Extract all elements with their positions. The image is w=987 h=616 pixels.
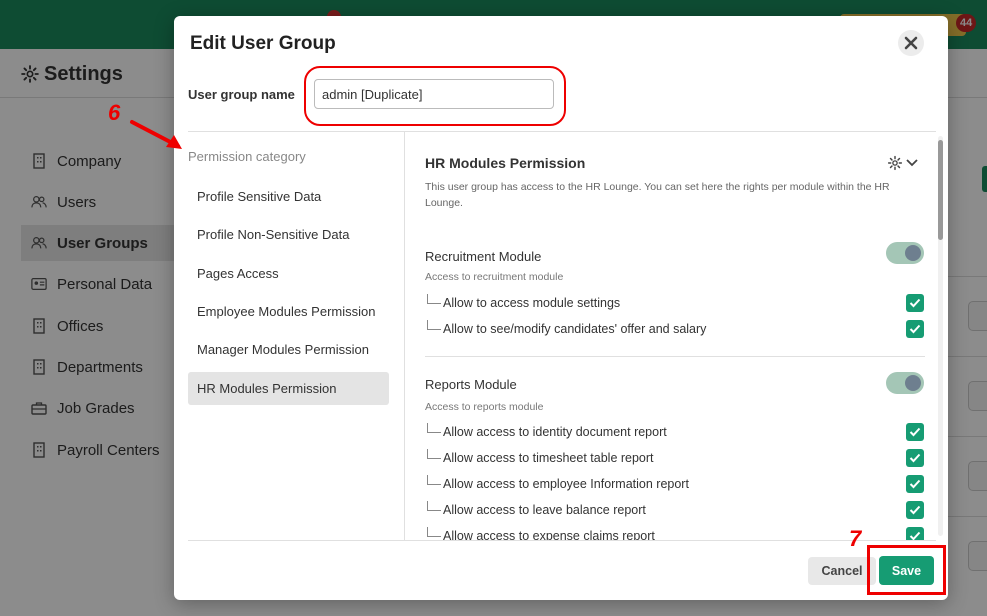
annotation-step-number: 7 (849, 526, 862, 551)
permission-checkbox[interactable] (906, 475, 924, 493)
permission-category-panel: Permission category Profile Sensitive Da… (188, 132, 404, 540)
module-title-reports: Reports Module (425, 377, 517, 392)
permission-label: Allow access to leave balance report (443, 503, 646, 517)
module-title-recruitment: Recruitment Module (425, 249, 542, 264)
tree-branch-icon (427, 501, 441, 511)
permission-checkbox[interactable] (906, 527, 924, 540)
permission-row: Allow to access module settings (425, 294, 925, 314)
tree-branch-icon (427, 475, 441, 485)
permission-row: Allow access to identity document report (425, 423, 925, 443)
permission-checkbox[interactable] (906, 449, 924, 467)
chevron-down-icon (906, 159, 918, 167)
permission-checkbox[interactable] (906, 423, 924, 441)
annotation-highlight-ring (304, 66, 566, 126)
tree-branch-icon (427, 294, 441, 304)
check-icon (909, 505, 921, 515)
permission-label: Allow access to timesheet table report (443, 451, 654, 465)
permission-checkbox[interactable] (906, 320, 924, 338)
close-button[interactable] (898, 30, 924, 56)
module-subtitle-recruitment: Access to recruitment module (425, 271, 564, 283)
category-item-hr-modules-permission[interactable]: HR Modules Permission (188, 372, 389, 405)
cancel-button[interactable]: Cancel (808, 557, 876, 585)
toggle-knob (905, 245, 921, 261)
permission-details-panel: HR Modules Permission This user group ha… (405, 132, 935, 540)
check-icon (909, 479, 921, 489)
modal-title: Edit User Group (190, 33, 336, 54)
check-icon (909, 453, 921, 463)
permission-label: Allow to access module settings (443, 296, 621, 310)
module-subtitle-reports: Access to reports module (425, 401, 544, 413)
scrollbar-thumb[interactable] (938, 140, 943, 240)
tree-branch-icon (427, 320, 441, 330)
divider (188, 540, 936, 541)
close-icon (904, 36, 918, 50)
recruitment-module-toggle[interactable] (886, 242, 924, 264)
category-item-profile-sensitive-data[interactable]: Profile Sensitive Data (188, 180, 389, 213)
panel-description: This user group has access to the HR Lou… (425, 181, 890, 209)
toggle-knob (905, 375, 921, 391)
reports-module-toggle[interactable] (886, 372, 924, 394)
tree-branch-icon (427, 423, 441, 433)
tree-branch-icon (427, 449, 441, 459)
annotation-highlight-box (867, 545, 946, 595)
edit-user-group-modal: Edit User Group User group name Permissi… (174, 16, 948, 600)
tree-branch-icon (427, 527, 441, 537)
user-group-name-label: User group name (188, 87, 295, 102)
check-icon (909, 324, 921, 334)
panel-settings-dropdown[interactable] (887, 154, 919, 172)
permission-category-heading: Permission category (188, 149, 306, 164)
panel-scrollbar[interactable] (938, 136, 943, 536)
permission-row: Allow access to leave balance report (425, 501, 925, 521)
permission-checkbox[interactable] (906, 294, 924, 312)
permission-checkbox[interactable] (906, 501, 924, 519)
category-item-pages-access[interactable]: Pages Access (188, 257, 389, 290)
permission-row: Allow access to timesheet table report (425, 449, 925, 469)
annotation-step-number: 6 (108, 100, 121, 125)
annotation-arrow-icon (130, 120, 182, 149)
permission-row: Allow to see/modify candidates' offer an… (425, 320, 925, 340)
gear-icon (887, 155, 903, 171)
panel-title: HR Modules Permission (425, 155, 586, 171)
category-item-profile-non-sensitive-data[interactable]: Profile Non-Sensitive Data (188, 218, 389, 251)
permission-label: Allow to see/modify candidates' offer an… (443, 322, 707, 336)
permission-label: Allow access to identity document report (443, 425, 667, 439)
check-icon (909, 531, 921, 540)
check-icon (909, 427, 921, 437)
permission-row: Allow access to employee Information rep… (425, 475, 925, 495)
permission-label: Allow access to employee Information rep… (443, 477, 689, 491)
permission-label: Allow access to expense claims report (443, 529, 655, 540)
category-item-employee-modules-permission[interactable]: Employee Modules Permission (188, 295, 389, 328)
divider (425, 356, 925, 357)
category-item-manager-modules-permission[interactable]: Manager Modules Permission (188, 333, 389, 366)
check-icon (909, 298, 921, 308)
